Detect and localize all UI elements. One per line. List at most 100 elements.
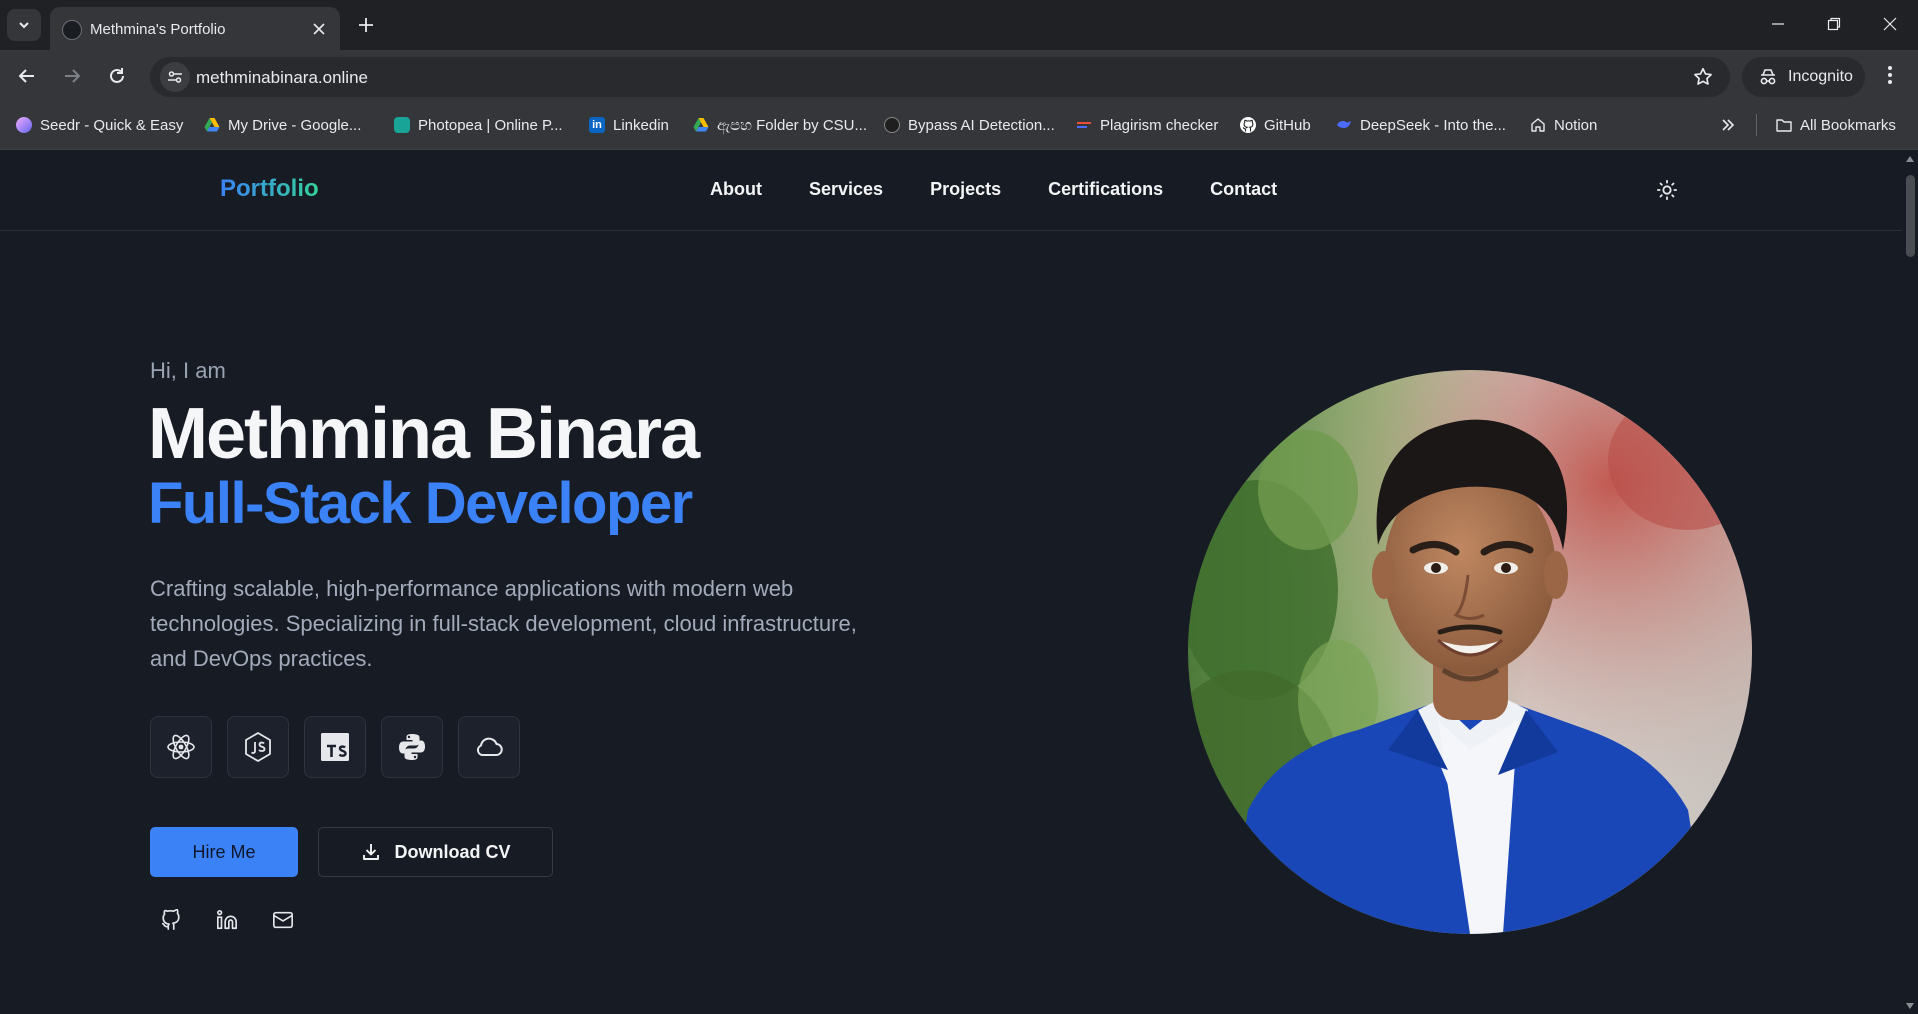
scroll-down-arrow-icon[interactable] [1906, 1003, 1914, 1009]
star-icon [1694, 67, 1712, 85]
python-icon [399, 734, 425, 760]
profile-photo-illustration [1188, 370, 1752, 934]
incognito-icon [1760, 69, 1776, 85]
restore-icon [1827, 17, 1841, 31]
google-drive-icon [204, 118, 220, 132]
browser-toolbar: methminabinara.online Incognito [0, 50, 1918, 100]
tech-tile-python[interactable] [381, 716, 443, 778]
deepseek-icon [1337, 121, 1351, 128]
chevron-down-icon [19, 22, 29, 29]
home-icon [1531, 118, 1545, 132]
cloud-icon [476, 737, 503, 756]
plagiarism-checker-icon [1077, 122, 1091, 128]
bookmarks-bar: Seedr - Quick & Easy My Drive - Google..… [0, 100, 1918, 150]
back-button[interactable] [11, 60, 43, 92]
site-info-button[interactable] [160, 62, 190, 92]
folder-icon [1776, 119, 1792, 132]
nav-link-projects[interactable]: Projects [930, 179, 1001, 200]
tech-tile-react[interactable] [150, 716, 212, 778]
close-icon [313, 23, 325, 35]
nav-link-services[interactable]: Services [809, 179, 883, 200]
hire-me-button[interactable]: Hire Me [150, 827, 298, 877]
incognito-label: Incognito [1788, 68, 1853, 85]
bookmark-linkedin[interactable]: in Linkedin [589, 114, 669, 136]
bookmark-deepseek[interactable]: DeepSeek - Into the... [1336, 114, 1506, 136]
hero-description: Crafting scalable, high-performance appl… [150, 576, 857, 671]
reload-button[interactable] [101, 60, 133, 92]
tab-close-button[interactable] [309, 19, 329, 39]
theme-toggle-button[interactable] [1656, 179, 1678, 201]
github-icon [1240, 117, 1256, 133]
address-bar[interactable]: methminabinara.online [150, 57, 1730, 97]
all-bookmarks-button[interactable]: All Bookmarks [1776, 114, 1896, 136]
linkedin-icon [217, 910, 237, 930]
github-icon [161, 909, 180, 930]
tune-icon [168, 71, 182, 83]
tech-tile-cloud[interactable] [458, 716, 520, 778]
arrow-left-icon [18, 69, 34, 83]
hero-role: Full-Stack Developer [148, 471, 693, 536]
bookmark-plagiarism-checker[interactable]: Plagirism checker [1076, 114, 1218, 136]
nodejs-icon [245, 732, 271, 762]
bookmark-star-button[interactable] [1692, 66, 1714, 88]
site-navbar: Portfolio About Services Projects Certif… [0, 151, 1902, 231]
tech-stack-icons [150, 716, 520, 778]
download-cv-label: Download CV [394, 841, 511, 862]
browser-tab[interactable]: Methmina's Portfolio [50, 7, 340, 50]
photopea-icon [394, 117, 410, 133]
hero-name: Methmina Binara [148, 394, 700, 474]
linkedin-icon: in [589, 117, 605, 133]
close-icon [1883, 17, 1897, 31]
sun-icon [1656, 179, 1678, 201]
react-icon [167, 734, 195, 760]
bookmark-github[interactable]: GitHub [1240, 114, 1311, 136]
forward-button[interactable] [56, 60, 88, 92]
bookmark-seedr[interactable]: Seedr - Quick & Easy [16, 114, 183, 136]
arrow-right-icon [65, 69, 81, 83]
url-text[interactable]: methminabinara.online [196, 68, 368, 88]
google-drive-icon [693, 118, 709, 132]
download-cv-button[interactable]: Download CV [318, 827, 553, 877]
nav-link-certifications[interactable]: Certifications [1048, 179, 1163, 200]
hero-greeting: Hi, I am [150, 358, 226, 383]
browser-menu-button[interactable] [1880, 64, 1900, 86]
tech-tile-nodejs[interactable] [227, 716, 289, 778]
mail-icon [273, 911, 293, 929]
profile-photo [1188, 370, 1752, 934]
reload-icon [110, 68, 124, 83]
window-close-button[interactable] [1862, 0, 1918, 48]
bookmarks-divider [1756, 114, 1757, 136]
minimize-button[interactable] [1750, 0, 1806, 48]
scrollbar-thumb[interactable] [1906, 175, 1915, 257]
bookmark-drive-folder[interactable]: ඇපහ Folder by CSU... [693, 114, 867, 136]
download-icon [362, 844, 379, 860]
more-vert-icon [1888, 66, 1892, 84]
email-link[interactable] [272, 909, 294, 931]
double-chevron-right-icon [1722, 119, 1735, 131]
site-favicon-icon [62, 20, 82, 40]
bookmark-notion[interactable]: Notion [1530, 114, 1597, 136]
restore-button[interactable] [1806, 0, 1862, 48]
tab-strip: Methmina's Portfolio [0, 0, 1918, 50]
tab-title: Methmina's Portfolio [90, 21, 226, 38]
bypass-ai-icon [884, 117, 900, 133]
page-scrollbar[interactable] [1902, 151, 1918, 1014]
bookmark-photopea[interactable]: Photopea | Online P... [394, 114, 563, 136]
nav-link-about[interactable]: About [710, 179, 762, 200]
more-bookmarks-button[interactable] [1720, 114, 1736, 136]
main-nav: About Services Projects Certifications C… [710, 179, 1277, 200]
linkedin-link[interactable] [216, 909, 238, 931]
site-logo[interactable]: Portfolio [220, 175, 319, 203]
bookmark-google-drive[interactable]: My Drive - Google... [204, 114, 361, 136]
github-link[interactable] [160, 909, 182, 931]
bookmark-bypass-ai[interactable]: Bypass AI Detection... [884, 114, 1055, 136]
page-viewport: Portfolio About Services Projects Certif… [0, 151, 1902, 1014]
tech-tile-typescript[interactable] [304, 716, 366, 778]
incognito-indicator[interactable]: Incognito [1742, 57, 1865, 97]
tab-search-button[interactable] [7, 9, 41, 41]
social-links [160, 909, 294, 931]
nav-link-contact[interactable]: Contact [1210, 179, 1277, 200]
scroll-up-arrow-icon[interactable] [1906, 156, 1914, 162]
new-tab-button[interactable] [354, 13, 378, 37]
typescript-icon [321, 733, 349, 761]
